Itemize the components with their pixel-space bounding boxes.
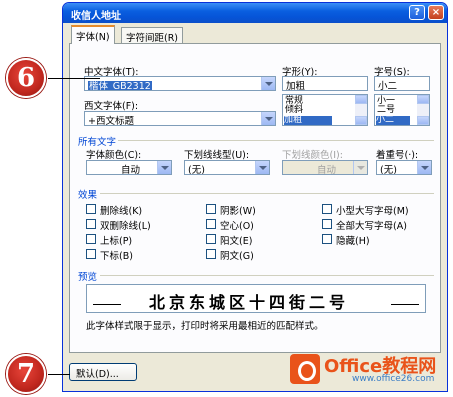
outline-label: 空心(O) bbox=[220, 221, 254, 232]
tab-font[interactable]: 字体(N) bbox=[71, 25, 115, 44]
group-divider bbox=[100, 275, 434, 276]
dialog-title: 收信人地址 bbox=[71, 11, 121, 22]
font-style-input[interactable]: 加粗 bbox=[282, 76, 368, 91]
font-style-value: 加粗 bbox=[286, 81, 306, 91]
font-color-select[interactable]: 自动 bbox=[86, 160, 172, 175]
superscript-label: 上标(P) bbox=[100, 236, 133, 247]
double-strikethrough-label: 双删除线(L) bbox=[100, 221, 151, 232]
scroll-up-button[interactable] bbox=[355, 95, 367, 104]
font-dialog: 收信人地址 ? × 字体(N) 字符间距(R) 中文字体(T): 楷体_GB23… bbox=[62, 2, 448, 392]
western-font-select[interactable]: +西文标题 bbox=[84, 111, 276, 126]
scroll-down-button[interactable] bbox=[355, 116, 367, 125]
office-logo-icon bbox=[290, 354, 320, 384]
western-font-value: +西文标题 bbox=[88, 116, 134, 126]
emphasis-mark-value: (无) bbox=[380, 165, 397, 175]
underline-color-select: 自动 bbox=[282, 160, 368, 175]
all-caps-checkbox[interactable] bbox=[322, 219, 332, 229]
font-tab-panel: 中文字体(T): 楷体_GB2312 西文字体(F): +西文标题 字形(Y):… bbox=[69, 43, 441, 353]
chevron-down-icon[interactable] bbox=[417, 161, 431, 174]
font-size-value: 小二 bbox=[378, 81, 398, 91]
effects-group-label: 效果 bbox=[78, 190, 98, 201]
underline-color-label: 下划线颜色(I): bbox=[282, 150, 343, 161]
preview-box: 北京东城区十四街二号 bbox=[86, 284, 426, 313]
emphasis-mark-select[interactable]: (无) bbox=[376, 160, 432, 175]
preview-note: 此字体样式限于显示，打印时将采用最相近的匹配样式。 bbox=[86, 321, 324, 332]
shadow-label: 阴影(W) bbox=[220, 206, 256, 217]
hidden-checkbox[interactable] bbox=[322, 234, 332, 244]
callout-marker: 7 bbox=[6, 354, 46, 394]
shadow-checkbox[interactable] bbox=[206, 204, 216, 214]
default-button[interactable]: 默认(D)... bbox=[69, 363, 137, 381]
group-divider bbox=[118, 140, 434, 141]
all-caps-label: 全部大写字母(A) bbox=[336, 221, 407, 232]
chinese-font-select[interactable]: 楷体_GB2312 bbox=[84, 76, 276, 91]
western-font-label: 西文字体(F): bbox=[84, 101, 139, 112]
strikethrough-label: 删除线(K) bbox=[100, 206, 143, 217]
chevron-down-icon bbox=[353, 161, 367, 174]
font-style-list[interactable]: 常规 倾斜 加粗 bbox=[282, 94, 368, 126]
chevron-down-icon[interactable] bbox=[255, 161, 269, 174]
chevron-down-icon[interactable] bbox=[157, 161, 171, 174]
tab-character-spacing[interactable]: 字符间距(R) bbox=[121, 27, 184, 44]
scrollbar[interactable] bbox=[417, 95, 429, 125]
small-caps-checkbox[interactable] bbox=[322, 204, 332, 214]
list-item-selected[interactable]: 小二 bbox=[376, 116, 411, 125]
close-button[interactable]: × bbox=[428, 5, 444, 20]
help-button[interactable]: ? bbox=[409, 5, 425, 20]
list-item[interactable]: 倾斜 bbox=[285, 106, 303, 115]
underline-style-value: (无) bbox=[188, 165, 205, 175]
watermark: Office教程网 www.office26.com bbox=[290, 352, 440, 388]
subscript-checkbox[interactable] bbox=[86, 249, 96, 259]
hidden-label: 隐藏(H) bbox=[336, 236, 370, 247]
double-strikethrough-checkbox[interactable] bbox=[86, 219, 96, 229]
emphasis-mark-label: 着重号(·): bbox=[376, 150, 419, 161]
emboss-label: 阳文(E) bbox=[220, 236, 253, 247]
group-divider bbox=[100, 193, 434, 194]
superscript-checkbox[interactable] bbox=[86, 234, 96, 244]
strikethrough-checkbox[interactable] bbox=[86, 204, 96, 214]
scroll-down-button[interactable] bbox=[417, 116, 429, 125]
scroll-up-button[interactable] bbox=[417, 95, 429, 104]
callout-line bbox=[48, 374, 70, 375]
dialog-title-bar[interactable]: 收信人地址 ? × bbox=[63, 3, 447, 23]
scrollbar[interactable] bbox=[355, 95, 367, 125]
subscript-label: 下标(B) bbox=[100, 251, 133, 262]
font-color-value: 自动 bbox=[120, 165, 140, 175]
outline-checkbox[interactable] bbox=[206, 219, 216, 229]
list-item-selected[interactable]: 加粗 bbox=[284, 116, 333, 125]
engrave-label: 阴文(G) bbox=[220, 251, 254, 262]
preview-sample-text: 北京东城区十四街二号 bbox=[149, 293, 350, 312]
font-size-input[interactable]: 小二 bbox=[374, 76, 430, 91]
small-caps-label: 小型大写字母(M) bbox=[336, 206, 409, 217]
engrave-checkbox[interactable] bbox=[206, 249, 216, 259]
preview-group-label: 预览 bbox=[78, 272, 98, 283]
underline-color-value: 自动 bbox=[316, 165, 336, 175]
watermark-url: www.office26.com bbox=[352, 374, 435, 384]
chevron-down-icon[interactable] bbox=[261, 112, 275, 125]
all-text-group-label: 所有文字 bbox=[78, 137, 117, 148]
font-size-list[interactable]: 小一 二号 小二 bbox=[374, 94, 430, 126]
callout-marker: 6 bbox=[6, 58, 46, 98]
preview-baseline-right bbox=[391, 304, 419, 305]
chevron-down-icon[interactable] bbox=[261, 77, 275, 90]
callout-line bbox=[48, 78, 100, 79]
list-item[interactable]: 二号 bbox=[377, 106, 395, 115]
emboss-checkbox[interactable] bbox=[206, 234, 216, 244]
underline-style-label: 下划线线型(U): bbox=[184, 150, 250, 161]
chinese-font-value: 楷体_GB2312 bbox=[88, 81, 152, 91]
preview-baseline-left bbox=[93, 304, 121, 305]
font-color-label: 字体颜色(C): bbox=[86, 150, 142, 161]
underline-style-select[interactable]: (无) bbox=[184, 160, 270, 175]
